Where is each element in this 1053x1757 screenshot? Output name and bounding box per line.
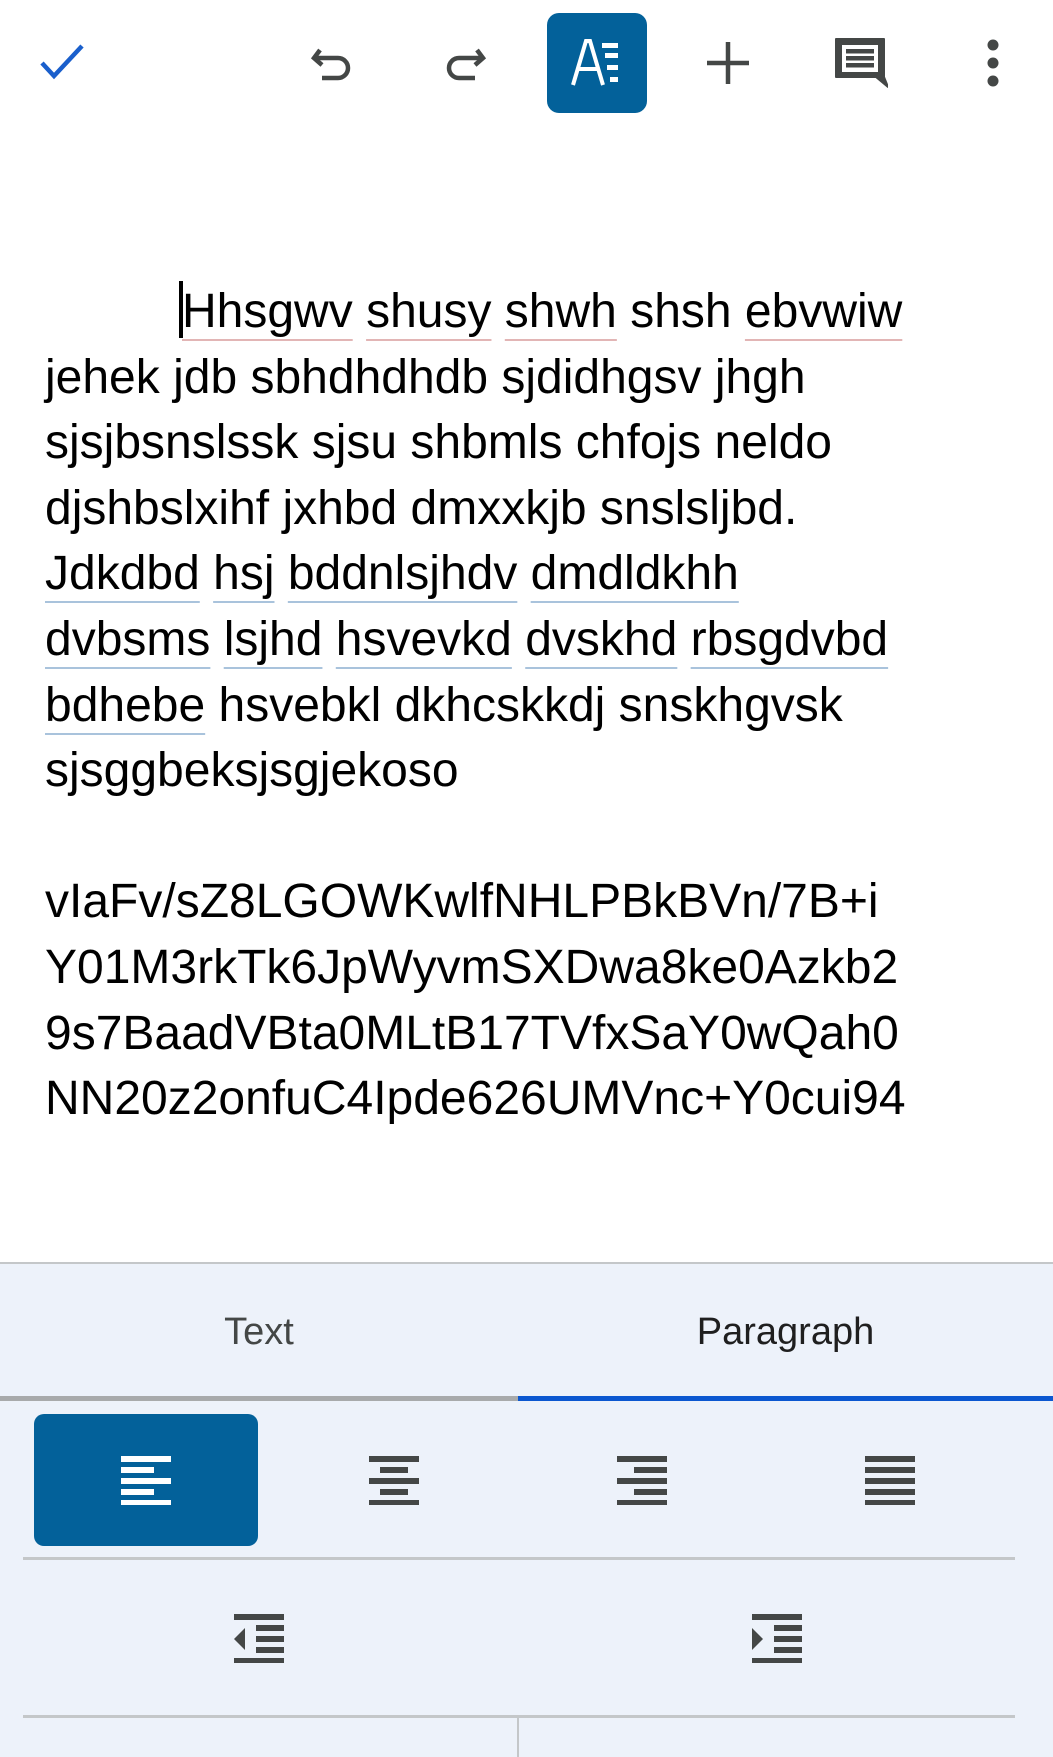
grammar-flagged-word[interactable]: dmdldkhh <box>531 547 739 600</box>
panel-divider <box>23 1715 1015 1718</box>
text-run: shsh <box>616 285 745 338</box>
text-run <box>491 285 504 338</box>
increase-indent-button[interactable] <box>518 1560 1036 1716</box>
text-run <box>677 613 690 666</box>
align-center-button[interactable] <box>282 1414 506 1546</box>
tab-paragraph-active-indicator <box>518 1396 1053 1401</box>
text-run <box>210 613 223 666</box>
align-justify-button[interactable] <box>778 1414 1002 1546</box>
top-toolbar <box>0 0 1053 126</box>
tab-text-label: Text <box>224 1310 294 1353</box>
align-right-icon <box>617 1456 667 1505</box>
undo-button[interactable] <box>283 13 383 113</box>
document-line: 9s7BaadVBta0MLtB17TVfxSaY0wQah0 <box>45 1006 899 1060</box>
text-run <box>353 285 366 338</box>
panel-vertical-divider <box>517 1718 519 1757</box>
text-cursor <box>179 281 183 338</box>
grammar-flagged-word[interactable]: hsvevkd <box>336 613 512 666</box>
tab-text-indicator <box>0 1396 518 1401</box>
checkmark-icon <box>40 44 84 80</box>
text-run <box>200 547 213 600</box>
text-run: hsvebkl dkhcskkdj snskhgvsk <box>205 678 843 732</box>
tab-paragraph[interactable]: Paragraph <box>518 1264 1053 1400</box>
format-panel: Text Paragraph <box>0 1262 1053 1757</box>
format-tabs: Text Paragraph <box>0 1264 1053 1401</box>
text-run <box>517 547 530 600</box>
document-line: jehek jdb sbhdhdhdb sjdidhgsv jhgh <box>45 341 806 414</box>
indent-group <box>0 1560 1053 1716</box>
text-run: jehek jdb sbhdhdhdb sjdidhgsv jhgh <box>45 350 806 404</box>
tab-paragraph-label: Paragraph <box>696 1310 875 1353</box>
alignment-group <box>0 1414 1053 1546</box>
done-button[interactable] <box>13 13 113 113</box>
more-options-button[interactable] <box>943 13 1043 113</box>
document-line: vIaFv/sZ8LGOWKwlfNHLPBkBVn/7B+i <box>45 875 879 929</box>
comment-icon <box>835 38 888 88</box>
grammar-flagged-word[interactable]: hsj <box>213 547 274 600</box>
align-left-icon <box>121 1456 171 1505</box>
text-run <box>322 613 335 666</box>
document-line: Hhsgwv shusy shwh shsh ebvwiw <box>179 275 902 348</box>
align-center-icon <box>369 1456 419 1505</box>
grammar-flagged-word[interactable]: bdhebe <box>45 679 205 732</box>
grammar-flagged-word[interactable]: dvbsms <box>45 613 210 666</box>
increase-indent-icon <box>752 1614 802 1663</box>
grammar-flagged-word[interactable]: lsjhd <box>224 613 323 666</box>
comment-button[interactable] <box>810 13 910 113</box>
spelling-flagged-word[interactable]: Hhsgwv <box>182 285 353 338</box>
document-line: sjsggbeksjsgjekoso <box>45 734 459 807</box>
document-line: Y01M3rkTk6JpWyvmSXDwa8ke0Azkb2 <box>45 941 899 994</box>
spelling-flagged-word[interactable]: shwh <box>505 285 617 338</box>
document-line: dvbsms lsjhd hsvevkd dvskhd rbsgdvbd <box>45 603 888 676</box>
insert-button[interactable] <box>678 13 778 113</box>
grammar-flagged-word[interactable]: rbsgdvbd <box>691 613 888 666</box>
plus-icon <box>707 42 749 84</box>
document-line: Jdkdbd hsj bddnlsjhdv dmdldkhh <box>45 537 739 610</box>
redo-button[interactable] <box>414 13 514 113</box>
text-format-button[interactable] <box>547 13 647 113</box>
text-run <box>274 547 287 600</box>
document-line: djshbslxihf jxhbd dmxxkjb snslsljbd. <box>45 472 797 545</box>
text-run <box>512 613 525 666</box>
document-line: NN20z2onfuC4Ipde626UMVnc+Y0cui94 <box>45 1072 906 1126</box>
align-left-button[interactable] <box>34 1414 258 1546</box>
spelling-flagged-word[interactable]: ebvwiw <box>745 285 902 338</box>
text-format-icon <box>571 39 618 86</box>
spelling-flagged-word[interactable]: shusy <box>366 285 491 338</box>
document-line: bdhebe hsvebkl dkhcskkdj snskhgvsk <box>45 669 843 742</box>
grammar-flagged-word[interactable]: Jdkdbd <box>45 547 200 600</box>
align-right-button[interactable] <box>530 1414 754 1546</box>
redo-icon <box>446 48 487 81</box>
text-run: djshbslxihf jxhbd dmxxkjb snslsljbd. <box>45 481 798 535</box>
text-run: sjsjbsnslssk sjsu shbmls chfojs neldo <box>45 416 832 470</box>
document-line: sjsjbsnslssk sjsu shbmls chfojs neldo <box>45 406 832 479</box>
decrease-indent-icon <box>234 1614 284 1663</box>
more-vertical-icon <box>987 39 999 87</box>
grammar-flagged-word[interactable]: bddnlsjhdv <box>288 547 518 600</box>
align-justify-icon <box>865 1456 915 1505</box>
undo-icon <box>310 48 351 81</box>
text-run: sjsggbeksjsgjekoso <box>45 744 459 798</box>
grammar-flagged-word[interactable]: dvskhd <box>525 613 677 666</box>
tab-text[interactable]: Text <box>0 1264 518 1400</box>
decrease-indent-button[interactable] <box>0 1560 518 1716</box>
